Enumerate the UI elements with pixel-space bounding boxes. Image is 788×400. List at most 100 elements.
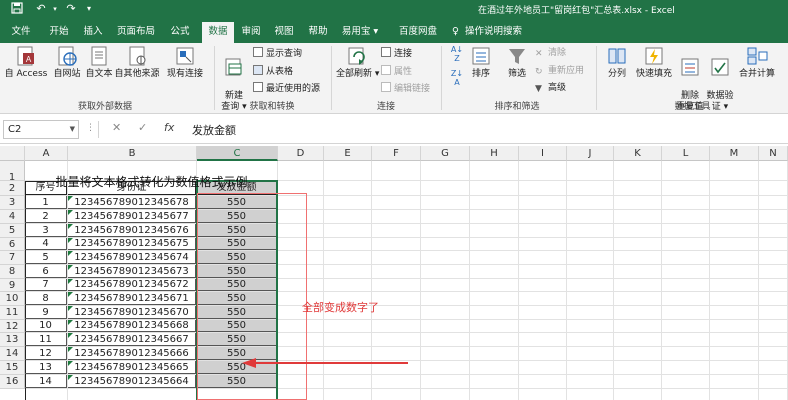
table-cell[interactable]: 123456789012345668 [68,320,196,332]
sort-button[interactable]: 排序 [468,45,494,80]
row-header-10[interactable]: 10 [0,292,25,306]
name-box[interactable]: C2 ▼ [3,120,79,139]
more-options-icon[interactable]: ⋮ [86,123,95,133]
column-header-c[interactable]: C [197,146,278,161]
tab-4[interactable]: 公式 [163,22,197,43]
table-cell[interactable]: 2 [25,210,67,223]
row-header-6[interactable]: 6 [0,238,25,251]
tab-2[interactable]: 插入 [78,22,108,43]
table-cell[interactable]: 13 [25,361,67,374]
column-header-b[interactable]: B [68,146,197,161]
table-cell[interactable]: 123456789012345678 [68,196,196,209]
row-header-7[interactable]: 7 [0,251,25,265]
table-cell[interactable]: 123456789012345674 [68,251,196,264]
column-header-g[interactable]: G [421,146,470,161]
table-cell[interactable]: 123456789012345664 [68,375,196,388]
column-header-e[interactable]: E [324,146,372,161]
table-cell[interactable]: 6 [25,265,67,278]
filter-button[interactable]: 筛选 [504,45,530,80]
table-cell[interactable]: 123456789012345677 [68,210,196,223]
connections-button[interactable]: 连接 [381,47,412,60]
column-header-l[interactable]: L [662,146,710,161]
column-header-j[interactable]: J [567,146,614,161]
tab-0[interactable]: 文件 [3,22,39,43]
chevron-down-icon[interactable]: ▼ [70,121,75,138]
row-header-9[interactable]: 9 [0,279,25,292]
table-cell[interactable]: 123456789012345667 [68,333,196,346]
table-cell[interactable]: 9 [25,306,67,319]
row-header-8[interactable]: 8 [0,265,25,279]
tab-9[interactable]: 易用宝 ▾ [336,22,384,43]
insert-function-icon[interactable]: fx [164,121,174,134]
table-cell[interactable]: 4 [25,238,67,250]
row-header-5[interactable]: 5 [0,224,25,238]
existing-connections-button[interactable]: 现有连接 [165,45,205,80]
from-web-button[interactable]: 自网站 [50,45,84,80]
column-header-d[interactable]: D [278,146,324,161]
row-header-4[interactable]: 4 [0,210,25,224]
enter-icon[interactable]: ✓ [138,121,147,134]
from-access-button[interactable]: A 自 Access [4,45,48,80]
edit-links-button[interactable]: 编辑链接 [381,82,430,95]
column-header-a[interactable]: A [25,146,68,161]
table-cell[interactable]: 123456789012345675 [68,238,196,250]
advanced-button[interactable]: ▼ 高级 [535,82,566,94]
table-cell[interactable]: 1 [25,196,67,209]
table-cell[interactable]: 12 [25,347,67,360]
row-header-11[interactable]: 11 [0,306,25,320]
properties-button[interactable]: 属性 [381,65,412,78]
reapply-button[interactable]: ↻ 重新应用 [535,65,584,77]
row-header-1[interactable]: 1 [0,161,25,183]
tab-10[interactable]: 百度网盘 [388,22,448,43]
show-queries-button[interactable]: 显示查询 [253,47,302,60]
column-header-k[interactable]: K [614,146,662,161]
table-cell[interactable]: 10 [25,320,67,332]
cancel-icon[interactable]: ✕ [112,121,121,134]
table-cell[interactable]: 5 [25,251,67,264]
from-text-button[interactable]: 自文本 [84,45,114,80]
row-header-15[interactable]: 15 [0,361,25,375]
table-cell[interactable]: 14 [25,375,67,388]
text-to-columns-button[interactable]: 分列 [603,45,631,80]
table-cell[interactable]: 3 [25,224,67,237]
row-header-13[interactable]: 13 [0,333,25,347]
tab-8[interactable]: 帮助 [303,22,333,43]
table-cell[interactable]: 123456789012345673 [68,265,196,278]
row-header-12[interactable]: 12 [0,320,25,333]
column-header-n[interactable]: N [759,146,788,161]
recent-sources-button[interactable]: 最近使用的源 [253,82,320,95]
undo-icon[interactable]: ↶ [34,2,48,16]
column-header-f[interactable]: F [372,146,421,161]
refresh-all-button[interactable]: 全部刷新 ▾ [336,45,379,80]
table-cell[interactable]: 7 [25,279,67,291]
row-header-14[interactable]: 14 [0,347,25,361]
table-cell[interactable]: 123456789012345666 [68,347,196,360]
consolidate-button[interactable]: 合并计算 [737,45,777,80]
from-table-button[interactable]: 从表格 [253,65,293,78]
table-cell[interactable]: 123456789012345665 [68,361,196,374]
column-header-h[interactable]: H [470,146,519,161]
sheet-title[interactable]: 批量将文本格式转化为数值格式示例 [25,169,278,196]
tell-me-search[interactable]: ♀ 操作说明搜索 [452,23,522,37]
row-header-16[interactable]: 16 [0,375,25,389]
tab-3[interactable]: 页面布局 [112,22,160,43]
clear-button[interactable]: ✕ 清除 [535,47,566,59]
tab-6[interactable]: 审阅 [236,22,266,43]
tab-1[interactable]: 开始 [43,22,75,43]
table-cell[interactable]: 123456789012345671 [68,292,196,305]
save-icon[interactable] [10,2,24,16]
row-header-3[interactable]: 3 [0,196,25,210]
customize-toolbar-icon[interactable]: ▾ [82,2,96,16]
select-all-corner[interactable] [0,146,25,161]
column-header-m[interactable]: M [710,146,759,161]
sort-za-button[interactable]: Z↓ A [446,69,468,87]
tab-5[interactable]: 数据 [202,22,234,43]
undo-dropdown-icon[interactable]: ▾ [48,2,62,16]
table-cell[interactable]: 123456789012345672 [68,279,196,291]
from-other-sources-button[interactable]: 自其他来源 [113,45,161,80]
table-cell[interactable]: 123456789012345670 [68,306,196,319]
column-header-i[interactable]: I [519,146,567,161]
sort-az-button[interactable]: A↓ Z [446,45,468,63]
tab-7[interactable]: 视图 [269,22,299,43]
table-cell[interactable]: 11 [25,333,67,346]
